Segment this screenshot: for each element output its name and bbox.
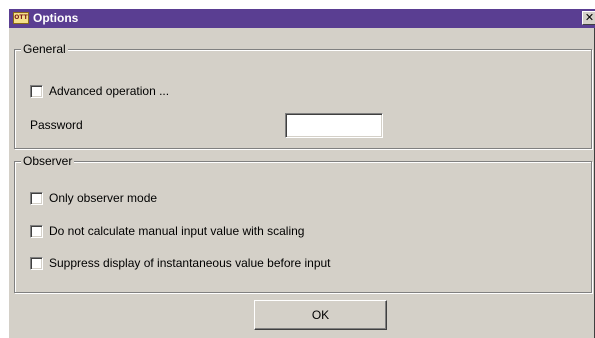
suppress-display-checkbox[interactable] bbox=[30, 257, 43, 270]
observer-group: Observer Only observer mode Do not calcu… bbox=[14, 154, 592, 293]
observer-option-no-scaling[interactable]: Do not calculate manual input value with… bbox=[30, 224, 480, 240]
no-scaling-checkbox[interactable] bbox=[30, 225, 43, 238]
general-group: General Advanced operation ... Password bbox=[14, 42, 592, 149]
ok-button[interactable]: OK bbox=[254, 300, 387, 330]
advanced-operation-checkbox[interactable] bbox=[30, 85, 43, 98]
title-bar[interactable]: OTT Options ✕ bbox=[9, 9, 595, 28]
observer-option-only-observer[interactable]: Only observer mode bbox=[30, 191, 430, 207]
advanced-operation-label: Advanced operation ... bbox=[49, 84, 170, 98]
password-field[interactable] bbox=[285, 113, 383, 138]
options-dialog: OTT Options ✕ General Advanced operation… bbox=[8, 8, 595, 338]
window-title: Options bbox=[33, 11, 79, 25]
general-group-legend: General bbox=[21, 42, 68, 57]
observer-group-legend: Observer bbox=[21, 154, 75, 169]
password-label: Password bbox=[30, 118, 83, 132]
no-scaling-label: Do not calculate manual input value with… bbox=[49, 224, 305, 238]
observer-option-suppress-display[interactable]: Suppress display of instantaneous value … bbox=[30, 256, 480, 272]
suppress-display-label: Suppress display of instantaneous value … bbox=[49, 256, 331, 270]
only-observer-mode-label: Only observer mode bbox=[49, 191, 158, 205]
app-icon: OTT bbox=[13, 12, 29, 24]
close-icon[interactable]: ✕ bbox=[582, 11, 595, 25]
advanced-operation-option[interactable]: Advanced operation ... bbox=[30, 84, 330, 100]
only-observer-mode-checkbox[interactable] bbox=[30, 192, 43, 205]
